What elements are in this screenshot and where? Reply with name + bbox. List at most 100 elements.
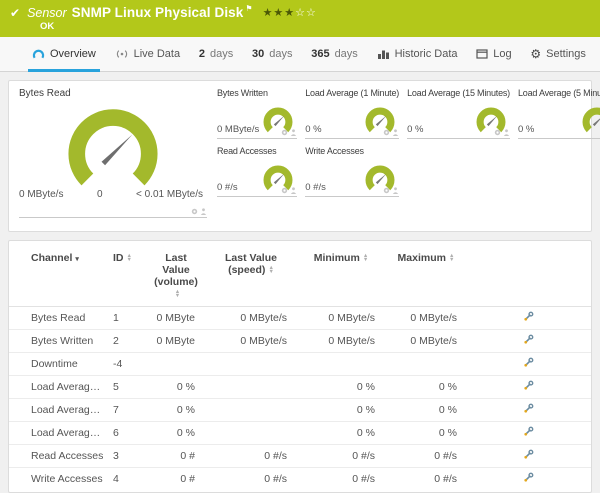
small-gauge-value: 0 % bbox=[517, 124, 535, 135]
small-gauge-actions bbox=[281, 129, 297, 136]
gear-icon[interactable] bbox=[281, 129, 288, 136]
gauge-origin-label: 0 bbox=[96, 189, 103, 200]
table-row: Write Accesses 4 0 # 0 #/s 0 #/s 0 #/s bbox=[9, 467, 591, 490]
sort-icon: ▲ ▼ bbox=[126, 252, 132, 264]
channel-table: Channel ▾ ID ▲ ▼ Last Value (volume) ▲ ▼ Last… bbox=[9, 245, 591, 490]
edit-channel-button[interactable] bbox=[523, 449, 534, 460]
person-icon[interactable] bbox=[290, 129, 297, 136]
check-icon: ✔ bbox=[10, 5, 21, 20]
wrench-icon bbox=[524, 449, 534, 459]
sort-icon: ▲ ▼ bbox=[174, 288, 181, 300]
wrench-icon bbox=[524, 334, 534, 344]
tab-live-data[interactable]: Live Data bbox=[107, 37, 188, 71]
gear-icon[interactable] bbox=[383, 187, 390, 194]
primary-gauge-panel[interactable]: Bytes Read 0 MByte/s 0 < 0.01 MByte/s bbox=[19, 88, 207, 218]
cell-maximum: 0 % bbox=[385, 421, 467, 445]
column-header-last-value-volume[interactable]: Last Value (volume) ▲ ▼ bbox=[147, 245, 205, 307]
priority-stars[interactable]: ★★★☆☆ bbox=[263, 6, 317, 19]
small-gauge-value: 0 #/s bbox=[217, 182, 238, 193]
small-gauge-panel[interactable]: Load Average (5 Minutes) 0 % bbox=[517, 88, 600, 139]
gear-icon[interactable] bbox=[281, 187, 288, 194]
table-row: Bytes Written 2 0 MByte 0 MByte/s 0 MByt… bbox=[9, 329, 591, 353]
cell-id: 2 bbox=[109, 329, 147, 353]
gear-icon[interactable] bbox=[383, 129, 390, 136]
cell-minimum bbox=[297, 352, 385, 376]
page-title: SNMP Linux Physical Disk bbox=[71, 5, 244, 20]
small-gauge-panel[interactable]: Read Accesses 0 #/s bbox=[217, 146, 298, 197]
stars-filled[interactable]: ★★★ bbox=[263, 6, 296, 19]
tab-overview[interactable]: Overview bbox=[24, 37, 104, 72]
gear-icon[interactable] bbox=[494, 129, 501, 136]
edit-channel-button[interactable] bbox=[523, 357, 534, 368]
person-icon[interactable] bbox=[200, 208, 207, 215]
cell-id: 7 bbox=[109, 398, 147, 422]
gear-icon[interactable] bbox=[191, 208, 198, 215]
edit-channel-button[interactable] bbox=[523, 380, 534, 391]
tab-2-days[interactable]: 2 days bbox=[191, 37, 241, 71]
flag-icon: ⚑ bbox=[245, 4, 253, 13]
edit-channel-button[interactable] bbox=[523, 334, 534, 345]
cell-channel[interactable]: Bytes Read bbox=[9, 306, 109, 330]
cell-speed bbox=[205, 398, 297, 422]
cell-id: 1 bbox=[109, 306, 147, 330]
cell-channel[interactable]: Load Average (5 Min... bbox=[9, 421, 109, 445]
edit-channel-button[interactable] bbox=[523, 426, 534, 437]
window-icon bbox=[476, 49, 488, 59]
cell-channel[interactable]: Bytes Written bbox=[9, 329, 109, 353]
edit-channel-button[interactable] bbox=[523, 472, 534, 483]
cell-channel[interactable]: Load Average (15 Mi... bbox=[9, 398, 109, 422]
tab-log[interactable]: Log bbox=[468, 37, 519, 71]
person-icon[interactable] bbox=[392, 129, 399, 136]
person-icon[interactable] bbox=[392, 187, 399, 194]
table-row: Read Accesses 3 0 # 0 #/s 0 #/s 0 #/s bbox=[9, 444, 591, 468]
small-gauge-actions bbox=[383, 187, 399, 194]
cell-maximum: 0 #/s bbox=[385, 444, 467, 468]
cell-channel[interactable]: Read Accesses bbox=[9, 444, 109, 468]
broadcast-icon bbox=[116, 50, 127, 58]
small-gauge-panel[interactable]: Write Accesses 0 #/s bbox=[305, 146, 400, 197]
person-icon[interactable] bbox=[503, 129, 510, 136]
edit-channel-button[interactable] bbox=[523, 403, 534, 414]
tab-30-days[interactable]: 30 days bbox=[244, 37, 301, 71]
cell-volume: 0 % bbox=[147, 421, 205, 445]
cell-maximum: 0 MByte/s bbox=[385, 306, 467, 330]
table-row: Downtime -4 bbox=[9, 352, 591, 376]
column-header-id[interactable]: ID ▲ ▼ bbox=[109, 245, 147, 307]
primary-gauge-actions bbox=[191, 208, 207, 215]
gauge-max-label: < 0.01 MByte/s bbox=[136, 189, 203, 200]
cell-speed bbox=[205, 352, 297, 376]
gauge-needle bbox=[486, 115, 498, 127]
column-header-last-value-speed[interactable]: Last Value (speed) ▲ ▼ bbox=[205, 245, 297, 307]
column-header-minimum[interactable]: Minimum ▲ ▼ bbox=[297, 245, 385, 307]
tab-365-days[interactable]: 365 days bbox=[303, 37, 366, 71]
cell-id: 6 bbox=[109, 421, 147, 445]
cell-maximum: 0 % bbox=[385, 398, 467, 422]
small-gauge-panel[interactable]: Load Average (15 Minutes) 0 % bbox=[407, 88, 510, 139]
gauge-needle bbox=[375, 115, 387, 127]
small-gauge-title: Load Average (15 Minutes) bbox=[407, 88, 510, 98]
table-row: Load Average (1 Min... 5 0 % 0 % 0 % bbox=[9, 375, 591, 399]
cell-channel[interactable]: Downtime bbox=[9, 352, 109, 376]
tab-settings[interactable]: ⚙ Settings bbox=[522, 37, 594, 71]
small-gauge-panel[interactable]: Load Average (1 Minute) 0 % bbox=[305, 88, 399, 139]
status-badge: OK bbox=[40, 21, 55, 32]
cell-channel[interactable]: Write Accesses bbox=[9, 467, 109, 490]
cell-maximum bbox=[385, 352, 467, 376]
small-gauge-panel[interactable]: Bytes Written 0 MByte/s bbox=[217, 88, 298, 139]
cell-channel[interactable]: Load Average (1 Min... bbox=[9, 375, 109, 399]
edit-channel-button[interactable] bbox=[523, 311, 534, 322]
person-icon[interactable] bbox=[290, 187, 297, 194]
gear-icon: ⚙ bbox=[530, 47, 542, 61]
column-header-channel[interactable]: Channel ▾ bbox=[9, 245, 109, 307]
cell-speed: 0 MByte/s bbox=[205, 306, 297, 330]
tab-bar: Overview Live Data 2 days 30 days 365 days … bbox=[0, 37, 600, 72]
stars-empty[interactable]: ☆☆ bbox=[295, 6, 317, 19]
small-gauge-title: Write Accesses bbox=[305, 146, 364, 156]
tab-historic-data[interactable]: Historic Data bbox=[369, 37, 466, 71]
small-gauge-actions bbox=[281, 187, 297, 194]
cell-volume: 0 # bbox=[147, 444, 205, 468]
small-gauge-title: Load Average (5 Minutes) bbox=[517, 88, 600, 98]
column-header-maximum[interactable]: Maximum ▲ ▼ bbox=[385, 245, 467, 307]
wrench-icon bbox=[524, 357, 534, 367]
cell-speed: 0 MByte/s bbox=[205, 329, 297, 353]
